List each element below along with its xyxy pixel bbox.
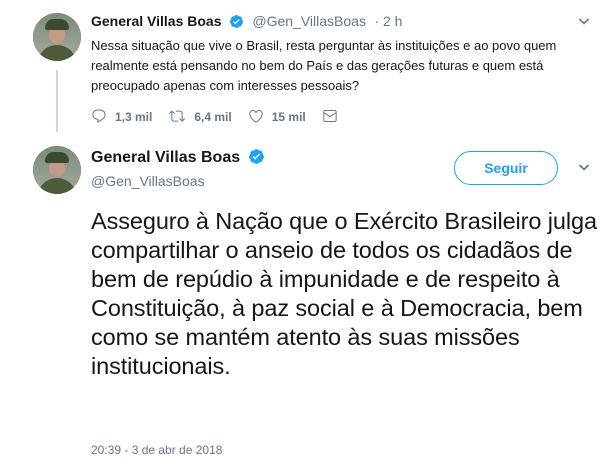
direct-message-icon <box>322 108 346 127</box>
reply-button[interactable]: 1,3 mil <box>91 108 152 127</box>
reply-icon <box>91 108 115 127</box>
verified-icon <box>248 148 265 170</box>
author-handle[interactable]: @Gen_VillasBoas <box>91 173 205 189</box>
like-button[interactable]: 15 mil <box>248 108 306 127</box>
chevron-down-icon[interactable] <box>578 14 590 32</box>
tweet-text: Asseguro à Nação que o Exército Brasilei… <box>91 208 597 379</box>
author-name-row: General Villas Boas <box>91 148 265 170</box>
like-count: 15 mil <box>271 110 306 124</box>
tweet-timestamp[interactable]: 20:39 - 3 de abr de 2018 <box>91 443 222 457</box>
tweet-actions: 1,3 mil 6,4 mil 15 mil <box>91 107 362 127</box>
thread-connector-line <box>56 70 58 132</box>
like-icon <box>248 108 272 127</box>
retweet-button[interactable]: 6,4 mil <box>168 108 232 127</box>
avatar[interactable] <box>33 13 81 61</box>
reply-count: 1,3 mil <box>115 110 153 124</box>
avatar[interactable] <box>33 146 81 194</box>
author-name[interactable]: General Villas Boas <box>91 149 240 166</box>
chevron-down-icon[interactable] <box>578 160 590 178</box>
author-handle[interactable]: @Gen_VillasBoas <box>252 13 366 29</box>
tweet-time[interactable]: · 2 h <box>374 13 402 29</box>
retweet-icon <box>168 108 194 127</box>
direct-message-button[interactable] <box>322 108 346 127</box>
verified-icon <box>229 14 244 34</box>
retweet-count: 6,4 mil <box>194 110 232 124</box>
follow-button[interactable]: Seguir <box>454 151 558 185</box>
author-name[interactable]: General Villas Boas <box>91 13 221 29</box>
tweet-text: Nessa situação que vive o Brasil, resta … <box>91 38 557 93</box>
tweet-header: General Villas Boas @Gen_VillasBoas · 2 … <box>91 13 402 34</box>
